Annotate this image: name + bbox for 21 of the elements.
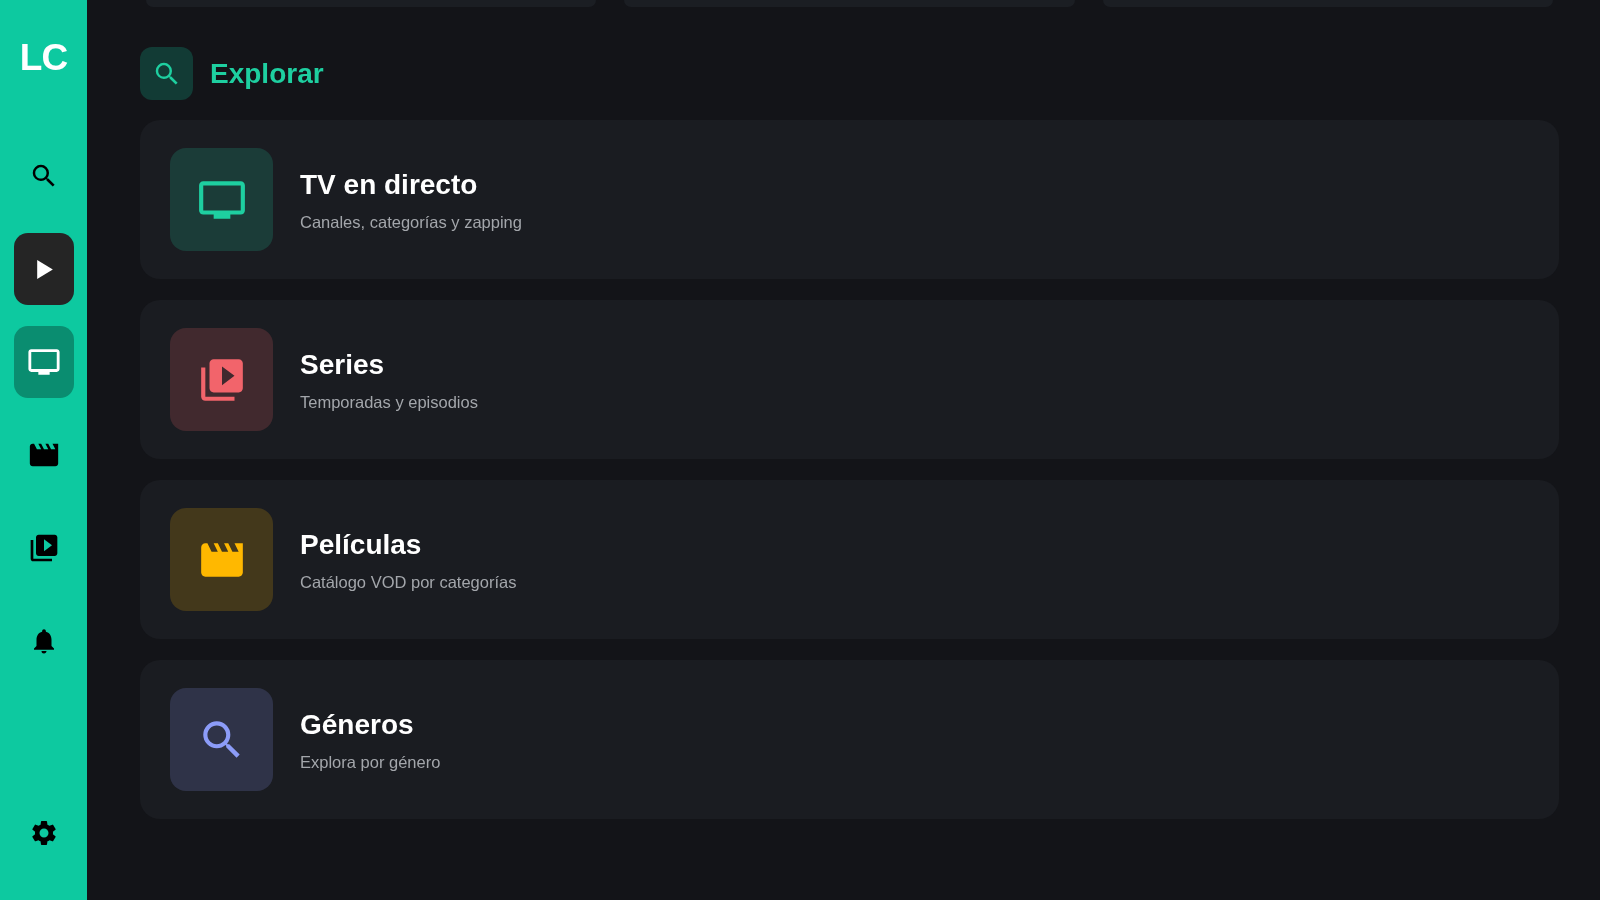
card-subtitle: Explora por género [300,751,441,772]
sidebar-nav-item[interactable] [13,233,74,305]
card-subtitle: Temporadas y episodios [300,391,478,412]
video-library-icon [170,328,273,431]
page-title: Explorar [210,56,324,91]
card-title: Géneros [300,707,415,742]
card-title: Series [300,347,386,382]
card-title: TV en directo [300,167,479,202]
card-subtitle: Canales, categorías y zapping [300,211,522,232]
card-subtitle: Catálogo VOD por categorías [300,571,517,592]
category-card[interactable]: Películas Catálogo VOD por categorías [140,480,1559,639]
category-card[interactable]: TV en directo Canales, categorías y zapping [140,120,1559,279]
app-logo: LC [19,36,68,80]
tv-icon [170,148,273,251]
category-card[interactable]: Géneros Explora por género [140,660,1559,819]
category-card[interactable]: Series Temporadas y episodios [140,300,1559,459]
play-icon [37,259,53,279]
clapperboard-icon [170,508,273,611]
search-icon [140,47,193,100]
card-title: Películas [300,527,423,562]
search-icon [170,688,273,791]
